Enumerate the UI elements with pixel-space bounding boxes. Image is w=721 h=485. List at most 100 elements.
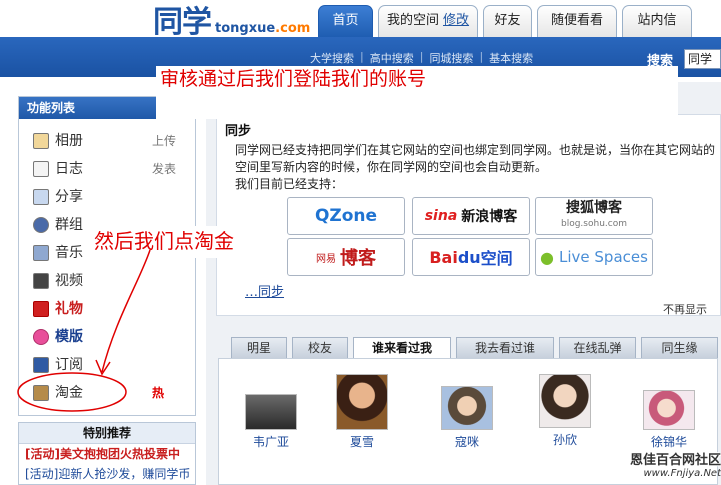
- group-icon: [33, 217, 49, 233]
- visitor-card[interactable]: 徐锦华: [639, 374, 699, 450]
- tab-messages[interactable]: 站内信: [622, 5, 692, 37]
- publish-link[interactable]: 发表: [152, 155, 176, 183]
- qzone-logo: QZone: [314, 206, 378, 226]
- sidebar-item-share[interactable]: 分享: [19, 183, 195, 211]
- visitor-name[interactable]: 寇咪: [437, 433, 497, 450]
- subnav-separator: |: [419, 50, 424, 63]
- hot-badge: 热: [152, 386, 165, 400]
- logo-text: 同学: [153, 5, 212, 40]
- sidebar-item-gold[interactable]: 淘金 热: [19, 379, 195, 407]
- friends-tabs: 明星 校友 谁来看过我 我去看过谁 在线乱弹 同生缘: [231, 337, 721, 359]
- tab-online-chat[interactable]: 在线乱弹: [559, 337, 636, 358]
- dismiss-link[interactable]: 不再显示: [663, 301, 707, 317]
- sidebar-item-templates[interactable]: 模版: [19, 323, 195, 351]
- sub-nav: 大学搜索 | 高中搜索 | 同城搜索 | 基本搜索: [310, 50, 533, 66]
- music-icon: [33, 245, 49, 261]
- netease-logo: 网易: [316, 253, 336, 265]
- sidebar-item-label: 礼物: [55, 301, 83, 317]
- sidebar-item-subscribe[interactable]: 订阅: [19, 351, 195, 379]
- live-spaces-label: Live Spaces: [559, 248, 648, 266]
- featured-title: 特别推荐: [19, 423, 195, 444]
- baidu-logo: Baidu: [429, 247, 481, 267]
- function-menu: 相册 上传 日志 发表 分享 群组 音乐 视频 礼物 模版 订阅 淘金 热: [19, 127, 195, 407]
- sina-logo: sina: [424, 208, 458, 224]
- tab-my-space-label: 我的空间: [387, 13, 440, 28]
- sidebar-item-diary[interactable]: 日志 发表: [19, 155, 195, 183]
- sidebar-item-label: 群组: [55, 217, 83, 233]
- sync-description-text: 同学网已经支持把同学们在其它网站的空间也绑定到同学网。也就是说，当你在其它网站的…: [235, 143, 716, 174]
- avatar[interactable]: [539, 374, 591, 428]
- live-spaces-icon: ●: [540, 247, 555, 267]
- sidebar-item-label: 分享: [55, 189, 83, 205]
- gold-icon: [33, 385, 49, 401]
- sidebar-item-gifts[interactable]: 礼物: [19, 295, 195, 323]
- template-icon: [33, 329, 49, 345]
- tab-alumni[interactable]: 校友: [292, 337, 348, 358]
- subnav-basic-search[interactable]: 基本搜索: [489, 50, 533, 66]
- tab-home[interactable]: 首页: [318, 5, 373, 38]
- photo-album-icon: [33, 133, 49, 149]
- subnav-separator: |: [479, 50, 484, 63]
- visitor-name[interactable]: 徐锦华: [639, 433, 699, 450]
- tab-random[interactable]: 随便看看: [537, 5, 617, 37]
- gift-icon: [33, 301, 49, 317]
- tab-same-birthday[interactable]: 同生缘: [641, 337, 718, 358]
- visitor-card[interactable]: 孙欣: [535, 374, 595, 448]
- sina-label: 新浪博客: [461, 209, 518, 225]
- visitor-name[interactable]: 夏雪: [332, 433, 392, 450]
- watermark: 恩佳百合网社区 www.Fnjiya.Net: [618, 449, 721, 485]
- watermark-url: www.Fnjiya.Net: [643, 468, 721, 479]
- visitor-name[interactable]: 韦广亚: [241, 433, 301, 450]
- featured-item[interactable]: [活动]迎新人抢沙发，赚同学币: [19, 464, 195, 484]
- sidebar-item-label: 相册: [55, 133, 83, 149]
- sidebar-item-label: 订阅: [55, 357, 83, 373]
- upload-link[interactable]: 上传: [152, 127, 176, 155]
- site-logo[interactable]: 同学 tongxue.com: [153, 4, 310, 40]
- live-spaces-button[interactable]: ● Live Spaces: [535, 238, 653, 276]
- featured-item[interactable]: [活动]美文抱抱团火热投票中: [19, 444, 195, 464]
- sidebar-item-label: 日志: [55, 161, 83, 177]
- featured-box: 特别推荐 [活动]美文抱抱团火热投票中 [活动]迎新人抢沙发，赚同学币: [18, 422, 196, 485]
- sidebar-item-photos[interactable]: 相册 上传: [19, 127, 195, 155]
- tab-my-space[interactable]: 我的空间 修改: [378, 5, 478, 37]
- main-nav-tabs: 首页 我的空间 修改 好友 随便看看 站内信: [318, 5, 697, 38]
- watermark-title: 恩佳百合网社区: [629, 453, 721, 468]
- sync-panel: 同步 同学网已经支持把同学们在其它网站的空间也绑定到同学网。也就是说，当你在其它…: [216, 114, 721, 316]
- sidebar-item-label: 视频: [55, 273, 83, 289]
- sidebar-item-label: 淘金: [55, 385, 83, 401]
- sidebar-item-label: 音乐: [55, 245, 83, 261]
- sync-title: 同步: [225, 124, 252, 139]
- sohu-blog-button[interactable]: 搜狐博客 blog.sohu.com: [535, 197, 653, 235]
- visitor-card[interactable]: 韦广亚: [241, 374, 301, 450]
- subnav-university-search[interactable]: 大学搜索: [310, 50, 354, 66]
- search-input[interactable]: 同学: [684, 49, 721, 69]
- sync-settings-link[interactable]: …同步: [245, 281, 284, 300]
- netease-label: 博客: [340, 248, 376, 269]
- qzone-button[interactable]: QZone: [287, 197, 405, 235]
- tab-who-visited-me[interactable]: 谁来看过我: [353, 337, 451, 359]
- sina-blog-button[interactable]: sina 新浪博客: [412, 197, 530, 235]
- avatar[interactable]: [245, 394, 297, 430]
- visitor-card[interactable]: 夏雪: [332, 374, 392, 450]
- visitor-name[interactable]: 孙欣: [535, 431, 595, 448]
- subnav-separator: |: [360, 50, 364, 63]
- avatar[interactable]: [441, 386, 493, 430]
- subnav-city-search[interactable]: 同城搜索: [429, 50, 473, 66]
- subscribe-icon: [33, 357, 49, 373]
- tab-stars[interactable]: 明星: [231, 337, 287, 358]
- visitor-card[interactable]: 寇咪: [437, 374, 497, 450]
- baidu-space-button[interactable]: Baidu 空间: [412, 238, 530, 276]
- sohu-url: blog.sohu.com: [561, 219, 627, 229]
- avatar[interactable]: [336, 374, 388, 430]
- share-icon: [33, 189, 49, 205]
- edit-space-link[interactable]: 修改: [443, 13, 469, 28]
- sidebar-item-label: 模版: [55, 329, 83, 345]
- sidebar-item-video[interactable]: 视频: [19, 267, 195, 295]
- sohu-label: 搜狐博客: [566, 200, 622, 216]
- tab-who-i-visited[interactable]: 我去看过谁: [456, 337, 554, 358]
- subnav-highschool-search[interactable]: 高中搜索: [370, 50, 414, 66]
- netease-blog-button[interactable]: 网易 博客: [287, 238, 405, 276]
- avatar[interactable]: [643, 390, 695, 430]
- annotation-login: 审核通过后我们登陆我们的账号: [156, 66, 678, 119]
- tab-friends[interactable]: 好友: [483, 5, 532, 37]
